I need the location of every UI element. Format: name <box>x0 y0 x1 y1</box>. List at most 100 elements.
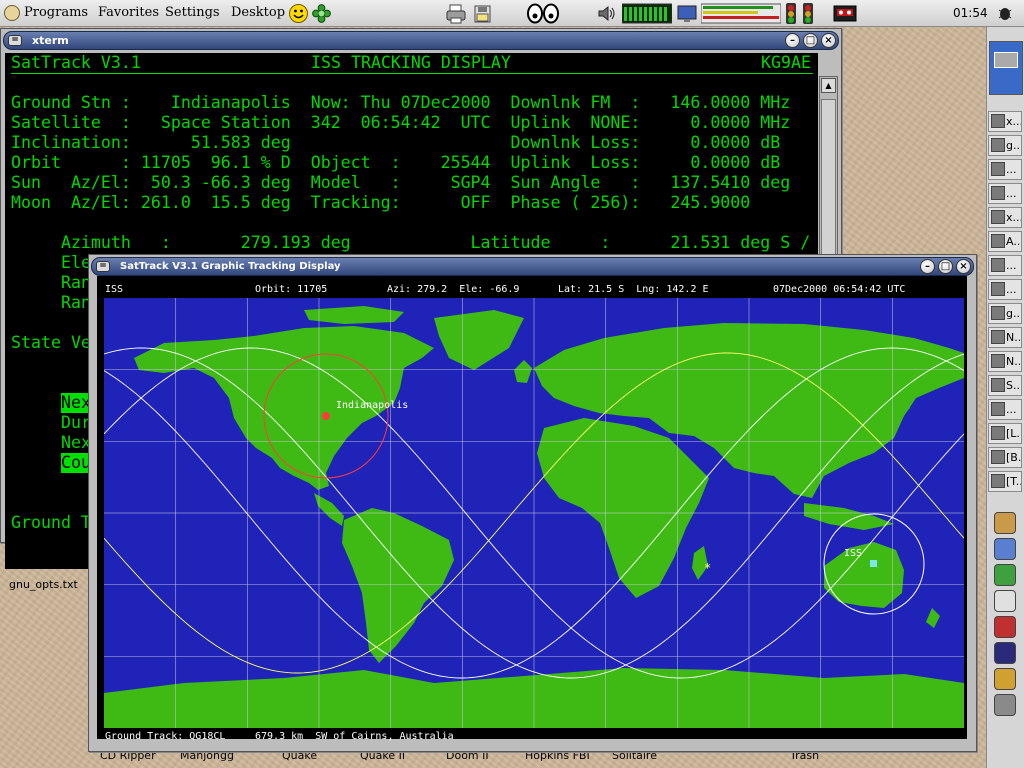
window-icon <box>991 330 1005 344</box>
orbit-readout: Orbit: 11705 <box>255 284 328 295</box>
terminal-row: Orbit : 11705 96.1 % D Object : 25544 Up… <box>11 153 781 172</box>
tasklist-button-label: x... <box>1006 211 1022 224</box>
tasklist-button-label: N... <box>1006 355 1022 368</box>
disk-drive-icon[interactable] <box>472 3 494 24</box>
tasklist-button[interactable]: S... <box>988 375 1022 396</box>
gnome-foot-icon[interactable] <box>4 5 20 21</box>
flower-icon[interactable] <box>311 3 332 24</box>
window-menu-button[interactable]: = <box>8 35 22 46</box>
minimize-button[interactable]: – <box>920 259 935 274</box>
monitor-icon[interactable] <box>676 3 698 24</box>
launcher-icon[interactable] <box>994 668 1016 690</box>
tasklist-button-label: x... <box>1006 115 1022 128</box>
terminal-row: Satellite : Space Station 342 06:54:42 U… <box>11 113 791 132</box>
terminal-header-right: KG9AE <box>761 53 811 72</box>
tasklist-button[interactable]: g... <box>988 303 1022 324</box>
tasklist-button[interactable]: [L... <box>988 423 1022 444</box>
launcher-icon[interactable] <box>994 538 1016 560</box>
maximize-button[interactable]: □ <box>938 259 953 274</box>
close-button[interactable]: × <box>956 259 971 274</box>
launcher-icon[interactable] <box>994 512 1016 534</box>
tasklist-button[interactable]: N... <box>988 327 1022 348</box>
xterm-titlebar[interactable]: = xterm – □ × <box>3 31 839 50</box>
ground-station-label: Indianapolis <box>336 400 408 411</box>
tasklist-button-label: ... <box>1006 259 1017 272</box>
launcher-icon[interactable] <box>994 642 1016 664</box>
tasklist-button-label: N... <box>1006 331 1022 344</box>
azel-readout: Azi: 279.2 Ele: -66.9 <box>387 284 520 295</box>
launcher-icon[interactable] <box>994 694 1016 716</box>
terminal-label: Ran <box>61 273 91 292</box>
terminal-header-left: SatTrack V3.1 <box>11 53 141 72</box>
ground-station-marker[interactable] <box>322 412 330 420</box>
menu-desktop[interactable]: Desktop <box>231 5 285 21</box>
satellite-marker[interactable] <box>870 560 877 567</box>
terminal-highlight-label: Cou <box>61 453 91 473</box>
tasklist-button[interactable]: A... <box>988 231 1022 252</box>
terminal-ground-label: Ground T <box>11 513 91 532</box>
tasklist-button-label: ... <box>1006 187 1017 200</box>
tasklist-button-label: S... <box>1006 379 1022 392</box>
menu-favorites[interactable]: Favorites <box>98 5 159 21</box>
tasklist-button-label: A... <box>1006 235 1021 248</box>
tracking-display[interactable]: ISS Orbit: 11705 Azi: 279.2 Ele: -66.9 L… <box>97 276 967 742</box>
tasklist-button[interactable]: ... <box>988 399 1022 420</box>
world-map[interactable]: Indianapolis ISS * <box>104 298 964 728</box>
tasklist-button[interactable]: x... <box>988 111 1022 132</box>
launcher-icon[interactable] <box>994 616 1016 638</box>
sun-subpoint-icon: * <box>704 561 711 575</box>
terminal-azimuth-row: Azimuth : 279.193 deg Latitude : 21.531 … <box>11 233 811 252</box>
window-title: xterm <box>32 34 69 47</box>
tasklist-button[interactable]: ... <box>988 183 1022 204</box>
close-button[interactable]: × <box>821 33 836 48</box>
launcher-icon[interactable] <box>994 590 1016 612</box>
maximize-button[interactable]: □ <box>803 33 818 48</box>
tasklist-button[interactable]: g... <box>988 135 1022 156</box>
terminal-header-center: ISS TRACKING DISPLAY <box>311 53 511 72</box>
tasklist-button[interactable]: ... <box>988 159 1022 180</box>
tasklist-button[interactable]: ... <box>988 255 1022 276</box>
volume-icon[interactable] <box>596 3 618 24</box>
tasklist-button-label: g... <box>1006 307 1022 320</box>
xeyes-icon <box>527 3 559 24</box>
ground-track-distance: 679.3 km SW of Cairns, Australia <box>255 731 454 742</box>
window-icon <box>991 138 1005 152</box>
satellite-label: ISS <box>844 548 862 559</box>
menu-settings[interactable]: Settings <box>165 5 220 21</box>
sattrack-titlebar[interactable]: = SatTrack V3.1 Graphic Tracking Display… <box>91 257 974 276</box>
smiley-icon[interactable] <box>288 3 309 24</box>
terminal-divider <box>11 73 813 74</box>
window-menu-button[interactable]: = <box>96 261 110 272</box>
latlng-readout: Lat: 21.5 S Lng: 142.2 E <box>558 284 709 295</box>
scroll-up-arrow-icon[interactable]: ▲ <box>821 78 836 93</box>
menu-programs[interactable]: Programs <box>24 5 88 21</box>
tasklist-button[interactable]: N... <box>988 351 1022 372</box>
minimize-button[interactable]: – <box>785 33 800 48</box>
launcher-icon[interactable] <box>994 564 1016 586</box>
terminal-highlight-label: Nex <box>61 393 91 413</box>
window-icon <box>991 114 1005 128</box>
window-icon <box>991 162 1005 176</box>
desktop-pager[interactable] <box>989 41 1023 95</box>
window-icon <box>991 306 1005 320</box>
terminal-row: Inclination: 51.583 deg Downlnk Loss: 0.… <box>11 133 781 152</box>
window-icon <box>991 426 1005 440</box>
terminal-row: Ground Stn : Indianapolis Now: Thu 07Dec… <box>11 93 791 112</box>
printer-icon[interactable] <box>445 3 467 24</box>
desktop-icon-label[interactable]: gnu_opts.txt <box>9 578 78 591</box>
cpu-load-meter-icon <box>622 3 672 24</box>
sattrack-graphic-window: = SatTrack V3.1 Graphic Tracking Display… <box>88 254 977 752</box>
terminal-row: Sun Az/El: 50.3 -66.3 deg Model : SGP4 S… <box>11 173 791 192</box>
tasklist-button[interactable]: x... <box>988 207 1022 228</box>
tasklist-button[interactable]: ... <box>988 279 1022 300</box>
terminal-state-label: State Ve <box>11 333 91 352</box>
tasklist-button[interactable]: [B... <box>988 447 1022 468</box>
terminal-label: Ele <box>61 253 91 272</box>
tape-icon[interactable] <box>833 3 857 24</box>
window-title: SatTrack V3.1 Graphic Tracking Display <box>120 261 341 272</box>
window-icon <box>991 282 1005 296</box>
panel-clock[interactable]: 01:54 <box>953 5 988 21</box>
tasklist-button-label: ... <box>1006 283 1017 296</box>
tasklist-button[interactable]: [T... <box>988 471 1022 492</box>
tasklist-button-label: g... <box>1006 139 1022 152</box>
